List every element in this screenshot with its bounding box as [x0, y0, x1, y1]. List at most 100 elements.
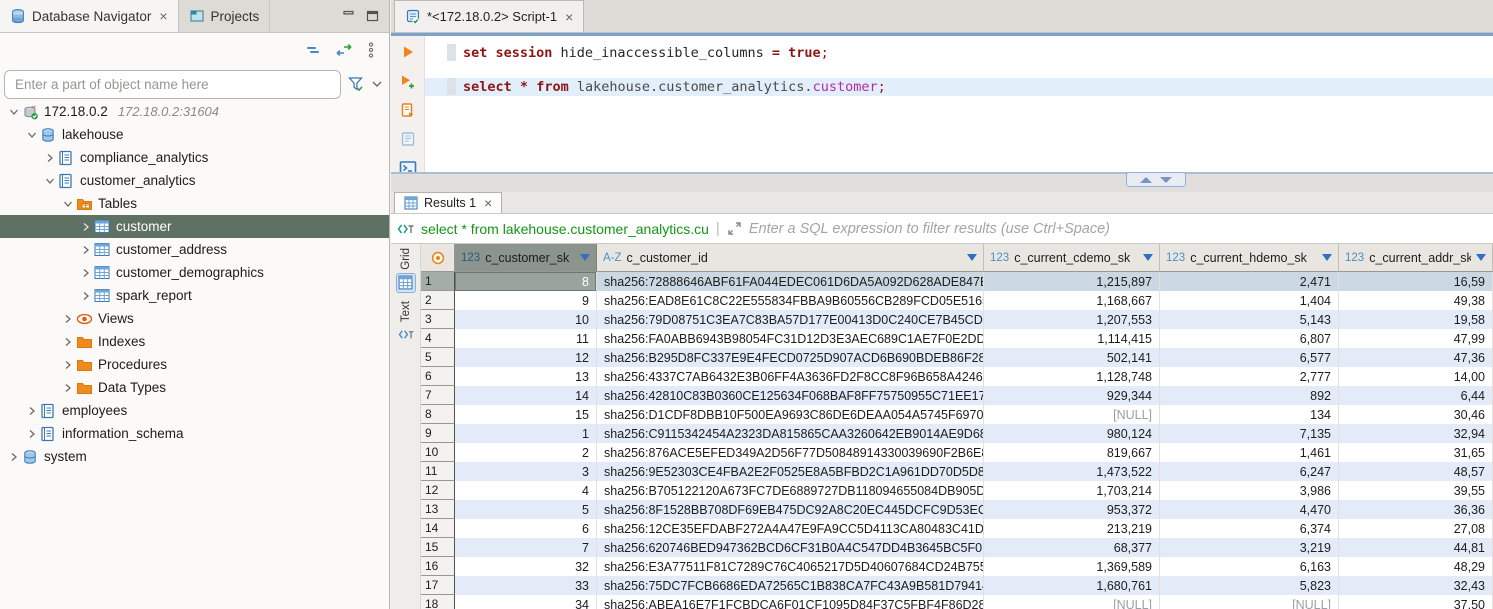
row-number[interactable]: 5	[421, 348, 455, 367]
expand-filter-icon[interactable]	[727, 221, 742, 236]
presentation-tab-grid[interactable]: Grid	[396, 248, 416, 293]
cell-c_customer_id[interactable]: sha256:12CE35EFDABF272A4A47E9FA9CC5D4113…	[597, 519, 984, 538]
cell-c_current_addr_sk[interactable]: 39,55	[1339, 481, 1493, 500]
column-header-c_current_hdemo_sk[interactable]: 123c_current_hdemo_sk	[1160, 244, 1339, 272]
cell-c_current_hdemo_sk[interactable]: 6,163	[1160, 557, 1339, 576]
column-menu-arrow-icon[interactable]	[1143, 254, 1153, 261]
tree-item-compliance-analytics[interactable]: compliance_analytics	[0, 146, 389, 169]
chevron-right-icon[interactable]	[78, 291, 94, 301]
object-search-box[interactable]	[4, 70, 341, 99]
cell-c_customer_sk[interactable]: 2	[455, 443, 597, 462]
cell-c_current_addr_sk[interactable]: 48,57	[1339, 462, 1493, 481]
cell-c_customer_id[interactable]: sha256:72888646ABF61FA044EDEC061D6DA5A09…	[597, 272, 984, 291]
chevron-right-icon[interactable]	[60, 314, 76, 324]
column-header-c_current_cdemo_sk[interactable]: 123c_current_cdemo_sk	[984, 244, 1160, 272]
tree-item-information-schema[interactable]: information_schema	[0, 422, 389, 445]
cell-c_current_hdemo_sk[interactable]: [NULL]	[1160, 595, 1339, 609]
result-grid[interactable]: 123c_customer_skA-Zc_customer_id123c_cur…	[421, 244, 1493, 609]
row-number[interactable]: 2	[421, 291, 455, 310]
minimize-icon[interactable]	[343, 10, 356, 22]
chevron-down-icon[interactable]	[6, 107, 22, 117]
chevron-down-icon[interactable]	[371, 80, 383, 88]
cell-c_current_addr_sk[interactable]: 27,08	[1339, 519, 1493, 538]
cell-c_current_cdemo_sk[interactable]: 1,473,522	[984, 462, 1160, 481]
execute-statement-icon[interactable]	[399, 44, 417, 60]
cell-c_current_addr_sk[interactable]: 47,36	[1339, 348, 1493, 367]
cell-c_customer_sk[interactable]: 1	[455, 424, 597, 443]
row-number[interactable]: 15	[421, 538, 455, 557]
cell-c_current_hdemo_sk[interactable]: 5,823	[1160, 576, 1339, 595]
code-line[interactable]: select * from lakehouse.customer_analyti…	[425, 78, 1493, 96]
cell-c_customer_id[interactable]: sha256:B705122120A673FC7DE6889727DB11809…	[597, 481, 984, 500]
collapse-up-icon[interactable]	[1140, 177, 1152, 183]
chevron-right-icon[interactable]	[78, 245, 94, 255]
cell-c_current_hdemo_sk[interactable]: 2,471	[1160, 272, 1339, 291]
chevron-right-icon[interactable]	[60, 337, 76, 347]
cell-c_customer_id[interactable]: sha256:C9115342454A2323DA815865CAA326064…	[597, 424, 984, 443]
result-set-reference[interactable]: select * from lakehouse.customer_analyti…	[421, 221, 709, 237]
tree-item-indexes[interactable]: Indexes	[0, 330, 389, 353]
cell-c_current_addr_sk[interactable]: 6,44	[1339, 386, 1493, 405]
maximize-icon[interactable]	[366, 10, 379, 22]
cell-c_current_cdemo_sk[interactable]: 1,114,415	[984, 329, 1160, 348]
cell-c_customer_id[interactable]: sha256:EAD8E61C8C22E555834FBBA9B60556CB2…	[597, 291, 984, 310]
cell-c_customer_sk[interactable]: 34	[455, 595, 597, 609]
column-menu-arrow-icon[interactable]	[1322, 254, 1332, 261]
cell-c_current_cdemo_sk[interactable]: 819,667	[984, 443, 1160, 462]
column-header-c_customer_id[interactable]: A-Zc_customer_id	[597, 244, 984, 272]
filter-icon[interactable]	[347, 75, 365, 93]
execute-script-icon[interactable]	[399, 102, 417, 118]
cell-c_current_cdemo_sk[interactable]: 213,219	[984, 519, 1160, 538]
chevron-right-icon[interactable]	[60, 360, 76, 370]
cell-c_customer_sk[interactable]: 7	[455, 538, 597, 557]
cell-c_current_hdemo_sk[interactable]: 7,135	[1160, 424, 1339, 443]
column-menu-arrow-icon[interactable]	[580, 254, 590, 261]
chevron-right-icon[interactable]	[6, 452, 22, 462]
tab-database-navigator[interactable]: Database Navigator ×	[0, 0, 179, 32]
row-number[interactable]: 16	[421, 557, 455, 576]
chevron-down-icon[interactable]	[42, 176, 58, 186]
cell-c_current_hdemo_sk[interactable]: 6,374	[1160, 519, 1339, 538]
cell-c_customer_sk[interactable]: 5	[455, 500, 597, 519]
row-number[interactable]: 11	[421, 462, 455, 481]
cell-c_customer_id[interactable]: sha256:ABEA16E7F1FCBDCA6F01CF1095D84F37C…	[597, 595, 984, 609]
code-line[interactable]	[425, 61, 1493, 79]
chevron-right-icon[interactable]	[24, 406, 40, 416]
filter-expression-input[interactable]: Enter a SQL expression to filter results…	[749, 221, 1110, 237]
cell-c_customer_id[interactable]: sha256:75DC7FCB6686EDA72565C1B838CA7FC43…	[597, 576, 984, 595]
chevron-right-icon[interactable]	[78, 268, 94, 278]
column-header-c_current_addr_sk[interactable]: 123c_current_addr_sk	[1339, 244, 1493, 272]
tree-item-employees[interactable]: employees	[0, 399, 389, 422]
cell-c_customer_id[interactable]: sha256:D1CDF8DBB10F500EA9693C86DE6DEAA05…	[597, 405, 984, 424]
tree-item-customer-demographics[interactable]: customer_demographics	[0, 261, 389, 284]
presentation-tab-text[interactable]: Text	[396, 301, 416, 345]
cell-c_current_addr_sk[interactable]: 47,99	[1339, 329, 1493, 348]
cell-c_customer_id[interactable]: sha256:E3A77511F81C7289C76C4065217D5D406…	[597, 557, 984, 576]
cell-c_current_cdemo_sk[interactable]: 1,168,667	[984, 291, 1160, 310]
cell-c_current_cdemo_sk[interactable]: 1,128,748	[984, 367, 1160, 386]
explain-plan-icon[interactable]	[399, 131, 417, 147]
row-number[interactable]: 14	[421, 519, 455, 538]
cell-c_current_cdemo_sk[interactable]: [NULL]	[984, 405, 1160, 424]
link-with-editor-icon[interactable]	[335, 43, 353, 57]
cell-c_customer_id[interactable]: sha256:9E52303CE4FBA2E2F0525E8A5BFBD2C1A…	[597, 462, 984, 481]
tree-item-tables[interactable]: Tables	[0, 192, 389, 215]
cell-c_current_hdemo_sk[interactable]: 2,777	[1160, 367, 1339, 386]
row-number[interactable]: 7	[421, 386, 455, 405]
tree-item-customer-analytics[interactable]: customer_analytics	[0, 169, 389, 192]
cell-c_current_hdemo_sk[interactable]: 6,247	[1160, 462, 1339, 481]
cell-c_customer_sk[interactable]: 32	[455, 557, 597, 576]
cell-c_current_cdemo_sk[interactable]: 68,377	[984, 538, 1160, 557]
cell-c_customer_sk[interactable]: 33	[455, 576, 597, 595]
cell-c_customer_id[interactable]: sha256:FA0ABB6943B98054FC31D12D3E3AEC689…	[597, 329, 984, 348]
object-search-input[interactable]	[15, 77, 330, 92]
cell-c_current_cdemo_sk[interactable]: 929,344	[984, 386, 1160, 405]
row-number[interactable]: 12	[421, 481, 455, 500]
cell-c_current_addr_sk[interactable]: 36,36	[1339, 500, 1493, 519]
cell-c_current_cdemo_sk[interactable]: 1,680,761	[984, 576, 1160, 595]
cell-c_customer_sk[interactable]: 14	[455, 386, 597, 405]
cell-c_customer_sk[interactable]: 8	[455, 272, 597, 291]
cell-c_current_hdemo_sk[interactable]: 1,404	[1160, 291, 1339, 310]
chevron-down-icon[interactable]	[24, 130, 40, 140]
cell-c_current_addr_sk[interactable]: 44,81	[1339, 538, 1493, 557]
